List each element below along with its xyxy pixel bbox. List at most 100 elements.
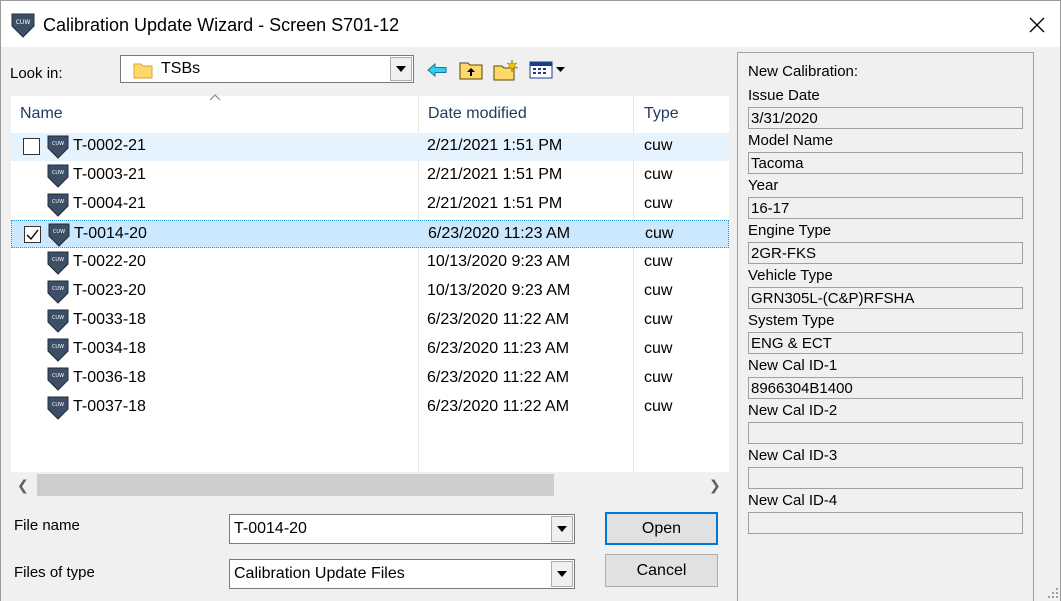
view-menu-button[interactable] bbox=[528, 59, 568, 81]
svg-text:CUW: CUW bbox=[52, 170, 64, 176]
file-date-cell: 2/21/2021 1:51 PM bbox=[427, 137, 563, 154]
field-label: New Cal ID-2 bbox=[748, 402, 838, 419]
file-row[interactable]: CUW T-0037-18 6/23/2020 11:22 AM cuw bbox=[11, 394, 729, 422]
lookin-combo[interactable]: TSBs bbox=[120, 55, 414, 83]
files-of-type-select[interactable]: Calibration Update Files bbox=[229, 559, 575, 589]
panel-scroll-area bbox=[1043, 52, 1061, 601]
chevron-down-icon bbox=[396, 66, 406, 72]
file-row[interactable]: CUW T-0023-20 10/13/2020 9:23 AM cuw bbox=[11, 278, 729, 306]
file-row[interactable]: CUW T-0004-21 2/21/2021 1:51 PM cuw bbox=[11, 191, 729, 219]
check-icon bbox=[26, 229, 39, 241]
files-of-type-value: Calibration Update Files bbox=[234, 565, 405, 582]
cuw-file-icon: CUW bbox=[47, 309, 69, 333]
calibration-info-panel: New Calibration: Issue Date 3/31/2020 Mode… bbox=[737, 52, 1034, 601]
view-menu-icon bbox=[529, 61, 565, 79]
field-label: System Type bbox=[748, 312, 835, 329]
file-name-cell: T-0034-18 bbox=[73, 340, 146, 357]
file-row[interactable]: CUW T-0033-18 6/23/2020 11:22 AM cuw bbox=[11, 307, 729, 335]
cuw-file-icon: CUW bbox=[47, 367, 69, 391]
close-button[interactable] bbox=[1014, 1, 1060, 48]
file-name-value: T-0014-20 bbox=[234, 520, 307, 537]
scroll-thumb[interactable] bbox=[37, 474, 554, 496]
file-date-cell: 2/21/2021 1:51 PM bbox=[427, 166, 563, 183]
file-name-cell: T-0036-18 bbox=[73, 369, 146, 386]
panel-heading: New Calibration: bbox=[748, 63, 859, 80]
file-row[interactable]: CUW T-0022-20 10/13/2020 9:23 AM cuw bbox=[11, 249, 729, 277]
cuw-file-icon: CUW bbox=[47, 135, 69, 159]
lookin-dropdown-button[interactable] bbox=[390, 57, 412, 81]
close-icon bbox=[1029, 17, 1045, 32]
file-date-cell: 6/23/2020 11:23 AM bbox=[428, 225, 571, 242]
file-row[interactable]: CUW T-0002-21 2/21/2021 1:51 PM cuw bbox=[11, 133, 729, 161]
file-type-cell: cuw bbox=[644, 340, 673, 357]
svg-text:CUW: CUW bbox=[52, 402, 64, 408]
cancel-button[interactable]: Cancel bbox=[605, 554, 718, 587]
file-date-cell: 10/13/2020 9:23 AM bbox=[427, 253, 571, 270]
column-header-name[interactable]: Name bbox=[11, 94, 417, 132]
file-type-cell: cuw bbox=[644, 369, 673, 386]
file-type-cell: cuw bbox=[644, 253, 673, 270]
file-name-cell: T-0037-18 bbox=[73, 398, 146, 415]
field-label: New Cal ID-4 bbox=[748, 492, 838, 509]
file-name-dropdown-button[interactable] bbox=[551, 516, 573, 542]
field-label: Vehicle Type bbox=[748, 267, 833, 284]
open-button[interactable]: Open bbox=[605, 512, 718, 545]
scroll-right-icon[interactable]: ❯ bbox=[709, 477, 721, 494]
scroll-left-icon[interactable]: ❮ bbox=[17, 477, 29, 494]
window-title: Calibration Update Wizard - Screen S701-… bbox=[43, 15, 400, 35]
svg-text:CUW: CUW bbox=[52, 141, 64, 147]
cuw-file-icon: CUW bbox=[47, 396, 69, 420]
chevron-down-icon bbox=[557, 571, 567, 577]
cuw-file-icon: CUW bbox=[47, 193, 69, 217]
svg-text:CUW: CUW bbox=[52, 373, 64, 379]
lookin-value: TSBs bbox=[161, 60, 201, 77]
field-value bbox=[748, 422, 1023, 444]
field-value: ENG & ECT bbox=[748, 332, 1023, 354]
file-row[interactable]: CUW T-0034-18 6/23/2020 11:23 AM cuw bbox=[11, 336, 729, 364]
column-name-label: Name bbox=[20, 105, 63, 122]
field-label: Issue Date bbox=[748, 87, 820, 104]
file-name-cell: T-0033-18 bbox=[73, 311, 146, 328]
file-name-cell: T-0004-21 bbox=[73, 195, 146, 212]
horizontal-scrollbar[interactable]: ❮ ❯ bbox=[11, 472, 729, 500]
field-value: 16-17 bbox=[748, 197, 1023, 219]
row-checkbox[interactable] bbox=[24, 226, 41, 243]
cuw-file-icon: CUW bbox=[47, 338, 69, 362]
file-date-cell: 2/21/2021 1:51 PM bbox=[427, 195, 563, 212]
field-value: 3/31/2020 bbox=[748, 107, 1023, 129]
up-folder-button[interactable] bbox=[458, 59, 484, 81]
file-row[interactable]: CUW T-0003-21 2/21/2021 1:51 PM cuw bbox=[11, 162, 729, 190]
new-folder-button[interactable] bbox=[492, 59, 520, 81]
field-value bbox=[748, 512, 1023, 534]
file-date-cell: 6/23/2020 11:23 AM bbox=[427, 340, 570, 357]
field-label: Engine Type bbox=[748, 222, 832, 239]
resize-grip-icon[interactable] bbox=[1047, 587, 1059, 599]
svg-text:CUW: CUW bbox=[52, 199, 64, 205]
files-of-type-dropdown-button[interactable] bbox=[551, 561, 573, 587]
row-checkbox[interactable] bbox=[23, 138, 40, 155]
file-date-cell: 10/13/2020 9:23 AM bbox=[427, 282, 571, 299]
field-label: New Cal ID-1 bbox=[748, 357, 838, 374]
file-row[interactable]: CUW T-0036-18 6/23/2020 11:22 AM cuw bbox=[11, 365, 729, 393]
svg-text:CUW: CUW bbox=[52, 315, 64, 321]
file-row[interactable]: CUW T-0014-20 6/23/2020 11:23 AM cuw bbox=[11, 220, 729, 248]
column-header-type[interactable]: Type bbox=[635, 96, 729, 132]
back-arrow-icon bbox=[427, 63, 447, 77]
file-name-input[interactable]: T-0014-20 bbox=[229, 514, 575, 544]
app-logo-icon: CUW bbox=[11, 13, 35, 38]
cuw-file-icon: CUW bbox=[48, 223, 70, 247]
file-date-cell: 6/23/2020 11:22 AM bbox=[427, 398, 570, 415]
cuw-file-icon: CUW bbox=[47, 164, 69, 188]
file-name-cell: T-0014-20 bbox=[74, 225, 147, 242]
back-button[interactable] bbox=[426, 59, 448, 81]
svg-text:CUW: CUW bbox=[53, 229, 65, 235]
new-folder-icon bbox=[493, 59, 519, 81]
file-type-cell: cuw bbox=[644, 311, 673, 328]
cuw-file-icon: CUW bbox=[47, 280, 69, 304]
lookin-label: Look in: bbox=[10, 65, 63, 82]
svg-text:CUW: CUW bbox=[16, 19, 31, 26]
folder-icon bbox=[133, 63, 153, 79]
column-header-date[interactable]: Date modified bbox=[419, 96, 633, 132]
file-name-cell: T-0002-21 bbox=[73, 137, 146, 154]
file-list[interactable]: Name Date modified Type CUW T-0002-21 2/21… bbox=[11, 94, 729, 500]
